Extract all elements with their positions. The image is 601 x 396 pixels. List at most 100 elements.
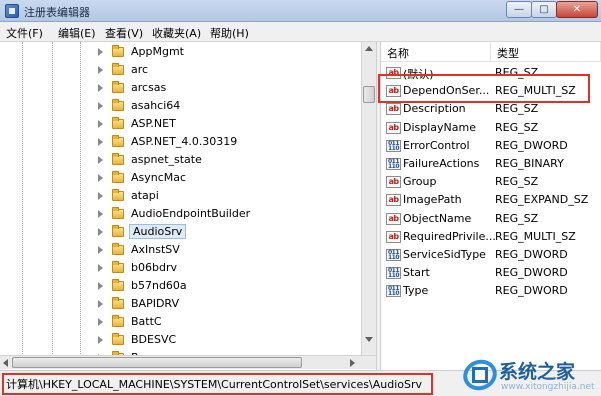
maximize-button[interactable]: □	[531, 1, 557, 18]
folder-icon	[112, 63, 124, 75]
menu-favorites[interactable]: 收藏夹(A)	[152, 25, 201, 41]
expand-arrow-icon[interactable]	[98, 264, 103, 272]
value-row[interactable]: ab DisplayName REG_SZ	[381, 119, 601, 137]
folder-icon	[112, 243, 124, 255]
expand-arrow-icon[interactable]	[98, 102, 103, 110]
expand-arrow-icon[interactable]	[98, 174, 103, 182]
tree-node[interactable]: AppMgmt	[98, 43, 368, 61]
folder-icon	[112, 333, 124, 345]
string-value-icon: ab	[386, 212, 401, 225]
expand-arrow-icon[interactable]	[98, 156, 103, 164]
binary-value-icon: 011 110	[386, 158, 401, 170]
expand-arrow-icon[interactable]	[98, 84, 103, 92]
tree-node[interactable]: AudioSrv	[98, 223, 368, 241]
value-type: REG_SZ	[495, 211, 539, 225]
expand-arrow-icon[interactable]	[98, 48, 103, 56]
tree-node[interactable]: b06bdrv	[98, 259, 368, 277]
value-row[interactable]: 011 110 FailureActions REG_BINARY	[381, 155, 601, 173]
expand-arrow-icon[interactable]	[98, 192, 103, 200]
registry-key-tree[interactable]: AppMgmt arc arcsas asahci64 ASP.NET ASP.NET_4…	[0, 42, 376, 362]
tree-node-label: AxInstSV	[131, 243, 180, 256]
value-row[interactable]: ab ImagePath REG_EXPAND_SZ	[381, 191, 601, 209]
expand-arrow-icon[interactable]	[98, 120, 103, 128]
folder-icon	[112, 99, 124, 111]
string-value-icon: ab	[386, 230, 401, 243]
value-row[interactable]: 011 110 Type REG_DWORD	[381, 282, 601, 300]
string-value-icon: ab	[386, 121, 401, 134]
menu-bar: 文件(F) 编辑(E) 查看(V) 收藏夹(A) 帮助(H)	[0, 22, 601, 42]
tree-node[interactable]: ASP.NET_4.0.30319	[98, 133, 368, 151]
value-name: DisplayName	[403, 120, 476, 134]
value-name: ImagePath	[403, 193, 462, 207]
expand-arrow-icon[interactable]	[98, 282, 103, 290]
tree-node-label: AudioSrv	[129, 224, 187, 239]
value-row[interactable]: ab RequiredPrivile... REG_MULTI_SZ	[381, 228, 601, 246]
value-type: REG_SZ	[495, 102, 539, 116]
value-type: REG_DWORD	[495, 248, 568, 261]
close-button[interactable]: ✕	[556, 1, 598, 18]
tree-node-label: arcsas	[131, 81, 167, 94]
expand-arrow-icon[interactable]	[98, 228, 103, 236]
value-name: ServiceSidType	[403, 248, 486, 261]
value-type: REG_BINARY	[495, 157, 564, 170]
tree-node[interactable]: arcsas	[98, 79, 368, 97]
tree-node-label: ASP.NET	[131, 117, 176, 130]
tree-node[interactable]: b57nd60a	[98, 277, 368, 295]
menu-edit[interactable]: 编辑(E)	[58, 25, 96, 41]
scroll-up-arrow-icon[interactable]	[365, 46, 373, 51]
value-row[interactable]: 011 110 Start REG_DWORD	[381, 264, 601, 282]
tree-guide-line	[80, 42, 81, 362]
expand-arrow-icon[interactable]	[98, 138, 103, 146]
minimize-button[interactable]: —	[506, 1, 532, 18]
value-name: ErrorControl	[403, 138, 470, 152]
tree-node[interactable]: BAPIDRV	[98, 295, 368, 313]
scroll-left-arrow-icon[interactable]	[3, 359, 8, 367]
tree-vertical-scrollbar[interactable]	[361, 42, 376, 362]
tree-node[interactable]: AxInstSV	[98, 241, 368, 259]
tree-node[interactable]: BattC	[98, 313, 368, 331]
tree-node[interactable]: AudioEndpointBuilder	[98, 205, 368, 223]
tree-horizontal-scrollbar[interactable]	[0, 355, 376, 369]
scroll-right-arrow-icon[interactable]	[350, 359, 355, 367]
expand-arrow-icon[interactable]	[98, 66, 103, 74]
key-path: 计算机\HKEY_LOCAL_MACHINE\SYSTEM\CurrentCon…	[6, 378, 423, 391]
value-row[interactable]: ab ObjectName REG_SZ	[381, 210, 601, 228]
expand-arrow-icon[interactable]	[98, 246, 103, 254]
value-row[interactable]: 011 110 ServiceSidType REG_DWORD	[381, 246, 601, 264]
value-row[interactable]: 011 110 ErrorControl REG_DWORD	[381, 137, 601, 155]
expand-arrow-icon[interactable]	[98, 300, 103, 308]
expand-arrow-icon[interactable]	[98, 318, 103, 326]
value-name: Description	[403, 102, 466, 116]
value-type: REG_DWORD	[495, 266, 568, 280]
value-type: REG_MULTI_SZ	[495, 229, 576, 243]
expand-arrow-icon[interactable]	[98, 210, 103, 218]
value-type: REG_DWORD	[495, 284, 568, 298]
column-header-name[interactable]: 名称	[381, 42, 491, 62]
value-type: REG_SZ	[495, 120, 539, 134]
value-name: ObjectName	[403, 211, 472, 225]
tree-node-label: BattC	[131, 315, 162, 328]
value-type: REG_DWORD	[495, 138, 568, 152]
tree-node[interactable]: asahci64	[98, 97, 368, 115]
scroll-thumb[interactable]	[363, 86, 375, 103]
value-name: RequiredPrivile...	[403, 229, 496, 243]
tree-node[interactable]: aspnet_state	[98, 151, 368, 169]
tree-node-label: AsyncMac	[131, 171, 187, 184]
tree-node[interactable]: arc	[98, 61, 368, 79]
scroll-thumb[interactable]	[12, 357, 302, 368]
expand-arrow-icon[interactable]	[98, 336, 103, 344]
tree-node[interactable]: ASP.NET	[98, 115, 368, 133]
tree-node-label: ASP.NET_4.0.30319	[131, 135, 238, 148]
tree-node[interactable]: BDESVC	[98, 331, 368, 349]
tree-node[interactable]: atapi	[98, 187, 368, 205]
value-row[interactable]: ab Description REG_SZ	[381, 100, 601, 118]
menu-view[interactable]: 查看(V)	[105, 25, 143, 41]
column-header-type[interactable]: 类型	[491, 42, 601, 62]
value-row[interactable]: ab Group REG_SZ	[381, 173, 601, 191]
tree-guide-line	[52, 42, 53, 362]
tree-node[interactable]: AsyncMac	[98, 169, 368, 187]
scroll-down-arrow-icon[interactable]	[365, 337, 373, 342]
folder-icon	[112, 117, 124, 129]
menu-help[interactable]: 帮助(H)	[210, 25, 249, 41]
menu-file[interactable]: 文件(F)	[6, 25, 43, 41]
